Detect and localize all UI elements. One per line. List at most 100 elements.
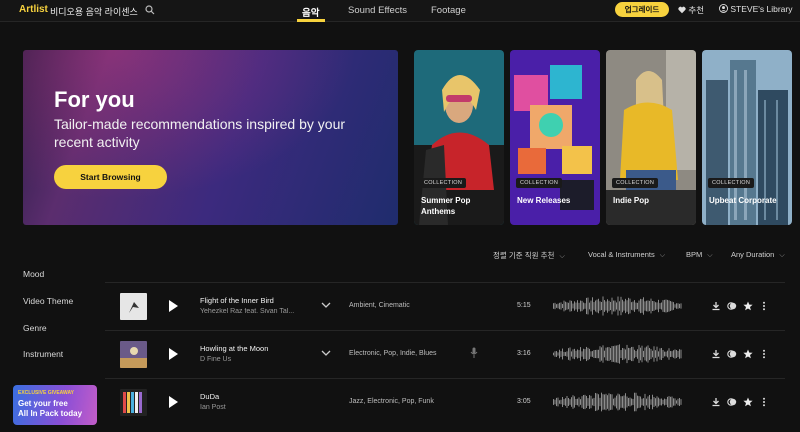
waveform-bar xyxy=(661,347,662,361)
waveform-bar xyxy=(617,345,619,363)
library-label: STEVE's Library xyxy=(730,4,793,14)
waveform-bar xyxy=(616,302,617,310)
upgrade-button[interactable]: 업그레이드 xyxy=(615,2,669,17)
waveform-bar xyxy=(643,350,644,358)
waveform-bar xyxy=(662,300,664,312)
favorites-link[interactable]: 추천 xyxy=(678,4,704,16)
track-tags[interactable]: Ambient, Cinematic xyxy=(349,302,410,309)
waveform-bar xyxy=(634,300,635,312)
star-icon[interactable] xyxy=(743,349,753,359)
waveform-bar xyxy=(625,349,626,359)
waveform-bar xyxy=(580,399,581,405)
giveaway-promo-banner[interactable]: EXCLUSIVE GIVEAWAY Get your free All In … xyxy=(13,385,97,425)
play-icon[interactable] xyxy=(168,348,178,360)
waveform-bar xyxy=(620,350,622,358)
waveform[interactable] xyxy=(553,391,683,413)
waveform-bar xyxy=(587,347,589,361)
chevron-down-icon[interactable] xyxy=(321,349,331,357)
waveform-bar xyxy=(674,304,676,308)
waveform-bar xyxy=(610,348,611,360)
vocal-instruments-dropdown[interactable]: Vocal & Instruments ⌵ xyxy=(588,250,665,260)
download-icon[interactable] xyxy=(711,397,721,407)
waveform-bar xyxy=(592,351,593,357)
collection-card-new-releases[interactable]: COLLECTION New Releases xyxy=(510,50,600,225)
waveform-bar xyxy=(556,397,557,407)
more-options-icon[interactable] xyxy=(759,349,769,359)
track-row[interactable]: Howling at the Moon D Fine Us Electronic… xyxy=(105,330,785,378)
track-tags[interactable]: Electronic, Pop, Indie, Blues xyxy=(349,350,437,357)
search-icon[interactable] xyxy=(145,5,155,15)
waveform-bar xyxy=(592,398,593,406)
track-title[interactable]: DuDa xyxy=(200,392,219,401)
collection-card-indie-pop[interactable]: COLLECTION Indie Pop xyxy=(606,50,696,225)
waveform-bar xyxy=(562,397,563,407)
waveform-bar xyxy=(571,397,572,407)
track-tags[interactable]: Jazz, Electronic, Pop, Funk xyxy=(349,398,434,405)
tab-music[interactable]: 음악 xyxy=(302,5,319,19)
waveform-bar xyxy=(602,296,604,316)
track-artist[interactable]: D Fine Us xyxy=(200,356,231,363)
artlist-logo[interactable]: Artlist xyxy=(19,4,48,15)
waveform-bar xyxy=(605,347,607,361)
sidebar-item-video-theme[interactable]: Video Theme xyxy=(23,296,73,306)
waveform[interactable] xyxy=(553,343,683,365)
waveform-bar xyxy=(590,300,592,312)
tab-sound-effects[interactable]: Sound Effects xyxy=(348,5,407,16)
duration-label: Any Duration xyxy=(731,250,775,259)
star-icon[interactable] xyxy=(743,397,753,407)
track-artist[interactable]: Ian Post xyxy=(200,404,226,411)
download-icon[interactable] xyxy=(711,301,721,311)
track-artist[interactable]: Yehezkel Raz feat. Sivan Tal... xyxy=(200,308,294,315)
track-row[interactable]: Flight of the Inner Bird Yehezkel Raz fe… xyxy=(105,282,785,330)
collection-card-summer-pop[interactable]: COLLECTION Summer Pop Anthems xyxy=(414,50,504,225)
tab-footage[interactable]: Footage xyxy=(431,5,466,16)
start-browsing-button[interactable]: Start Browsing xyxy=(54,165,167,189)
waveform-bar xyxy=(560,399,562,405)
chevron-down-icon[interactable] xyxy=(321,301,331,309)
waveform-bar xyxy=(656,302,658,310)
collection-badge: COLLECTION xyxy=(708,178,755,188)
more-options-icon[interactable] xyxy=(759,397,769,407)
bpm-dropdown[interactable]: BPM ⌵ xyxy=(686,250,713,260)
waveform-bar xyxy=(664,299,665,313)
waveform-bar xyxy=(613,398,614,406)
track-duration: 5:15 xyxy=(517,302,531,309)
track-title[interactable]: Flight of the Inner Bird xyxy=(200,296,274,305)
library-link[interactable]: STEVE's Library xyxy=(719,4,792,14)
similar-tracks-icon[interactable] xyxy=(727,397,737,407)
waveform-bar xyxy=(658,299,659,313)
waveform-bar xyxy=(673,398,674,406)
track-title[interactable]: Howling at the Moon xyxy=(200,344,268,353)
waveform-bar xyxy=(647,300,649,312)
waveform-bar xyxy=(614,345,616,363)
download-icon[interactable] xyxy=(711,349,721,359)
track-row[interactable]: DuDa Ian Post Jazz, Electronic, Pop, Fun… xyxy=(105,378,785,426)
waveform-bar xyxy=(601,301,602,311)
more-options-icon[interactable] xyxy=(759,301,769,311)
sidebar-item-mood[interactable]: Mood xyxy=(23,269,44,279)
waveform-bar xyxy=(616,395,617,409)
track-cover xyxy=(120,293,147,320)
similar-tracks-icon[interactable] xyxy=(727,301,737,311)
waveform-bar xyxy=(611,394,613,410)
track-duration: 3:16 xyxy=(517,350,531,357)
similar-tracks-icon[interactable] xyxy=(727,349,737,359)
duration-dropdown[interactable]: Any Duration ⌵ xyxy=(731,250,785,260)
sidebar-item-genre[interactable]: Genre xyxy=(23,323,47,333)
waveform-bar xyxy=(646,300,647,312)
waveform-bar xyxy=(622,299,623,313)
waveform-bar xyxy=(602,345,604,363)
star-icon[interactable] xyxy=(743,301,753,311)
waveform-bar xyxy=(566,351,568,357)
waveform[interactable] xyxy=(553,295,683,317)
play-icon[interactable] xyxy=(168,300,178,312)
play-icon[interactable] xyxy=(168,396,178,408)
waveform-bar xyxy=(646,346,647,362)
waveform-bar xyxy=(566,302,568,310)
waveform-bar xyxy=(665,351,667,357)
waveform-bar xyxy=(655,302,656,310)
collection-card-upbeat-corporate[interactable]: COLLECTION Upbeat Corporate xyxy=(702,50,792,225)
sidebar-item-instrument[interactable]: Instrument xyxy=(23,349,63,359)
sort-dropdown[interactable]: 정렬 기준 직원 추천 ⌵ xyxy=(493,250,565,261)
waveform-bar xyxy=(589,302,590,310)
